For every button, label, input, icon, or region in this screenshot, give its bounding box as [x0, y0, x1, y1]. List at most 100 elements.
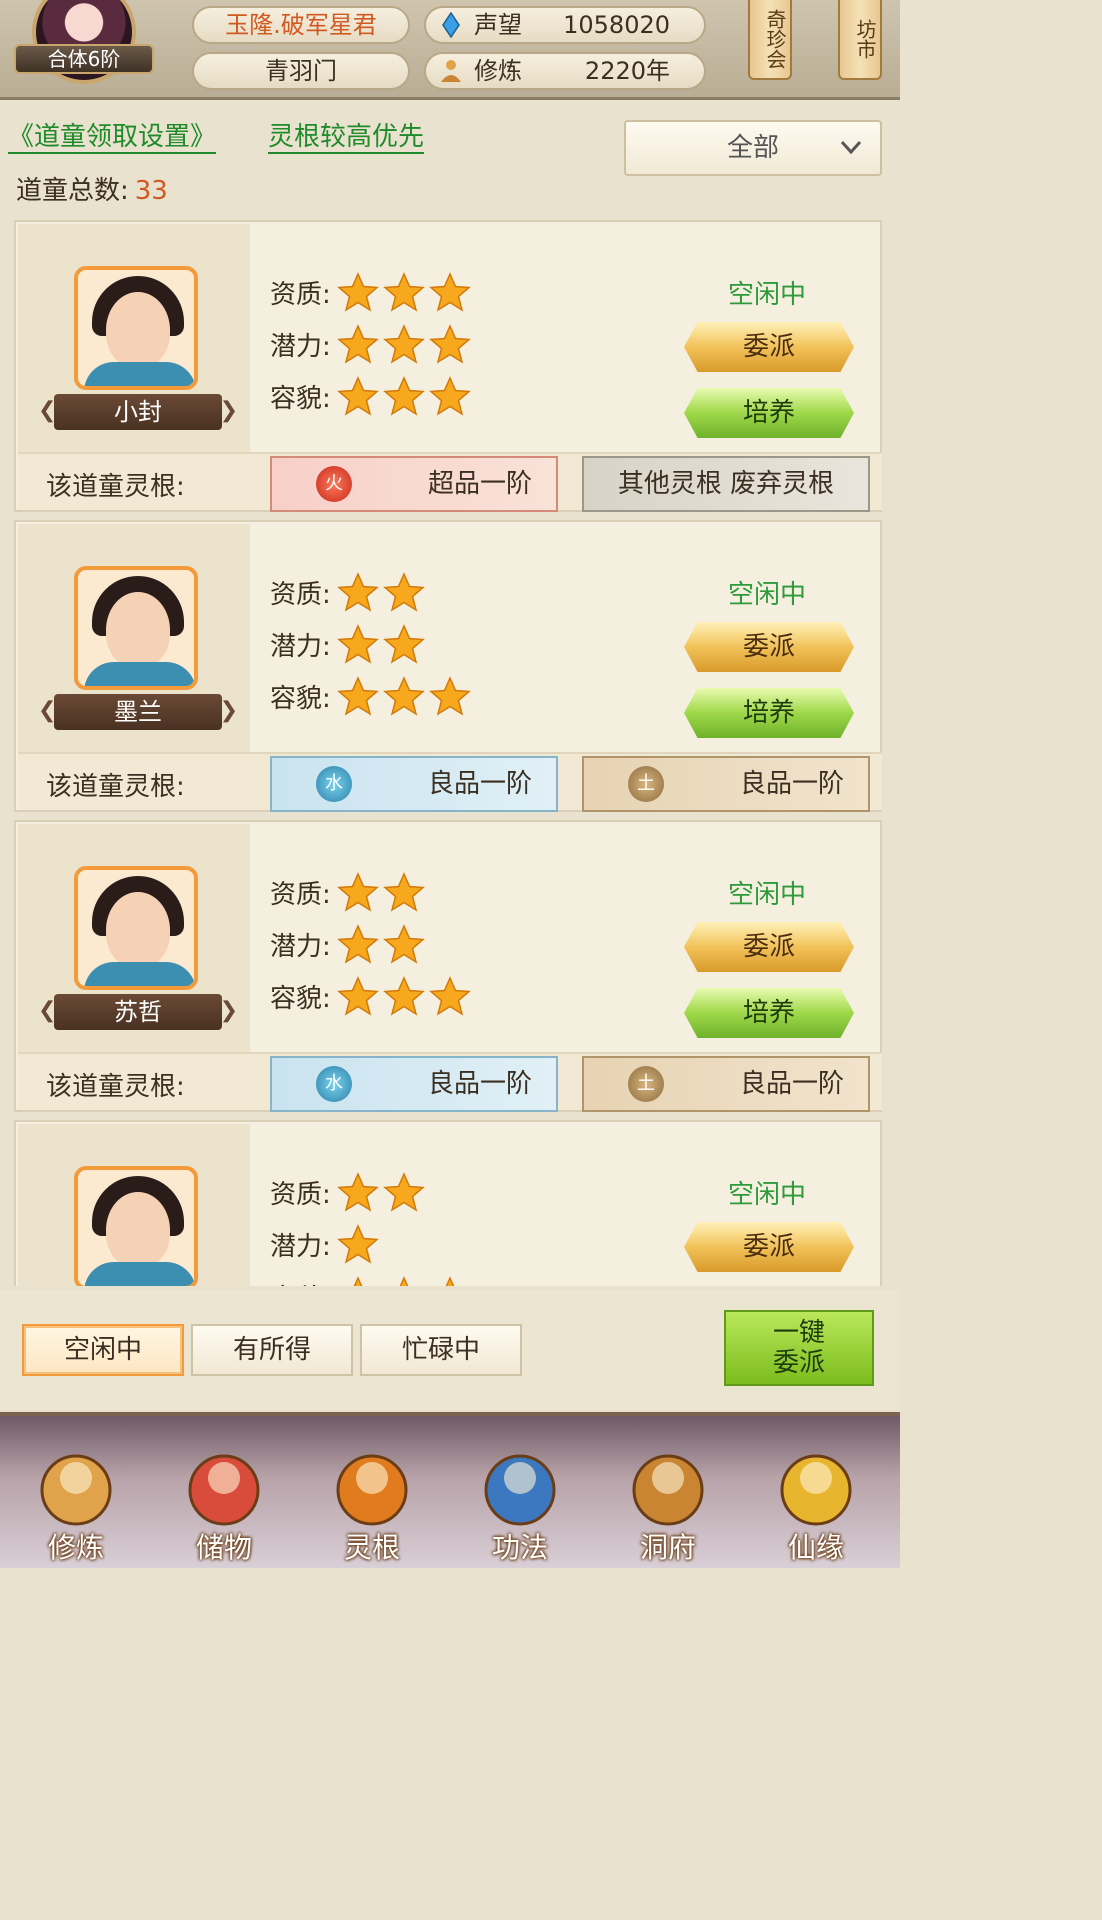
chevron-right-icon[interactable]: ❯ [220, 398, 238, 423]
spirit-root-badge[interactable]: 土 良品一阶 [582, 756, 870, 812]
spirit-root-label: 该道童灵根: [46, 772, 185, 802]
market-button[interactable]: 坊市 [838, 0, 882, 80]
root-grade: 超品一阶 [427, 469, 532, 499]
name-plate: ❮ 墨兰 ❯ [38, 692, 238, 732]
star-icon [428, 976, 471, 1016]
disciple-name: 苏哲 [54, 994, 222, 1030]
name-plate: ❮ 小封 ❯ [38, 392, 238, 432]
filter-selected: 全部 [726, 133, 779, 163]
disciple-name: 小封 [54, 394, 222, 430]
assign-button[interactable]: 委派 [684, 622, 854, 672]
star-icon [336, 676, 379, 716]
one-key-line2: 委派 [772, 1348, 825, 1378]
spirit-root-icon [336, 1454, 408, 1526]
attribute-list: 资质: 潜力: 容貌: [270, 566, 475, 722]
disciple-list[interactable]: ❮ 小封 ❯ 资质: 潜力: 容貌: 空闲中 委派 培养 该道童灵根: 火超品一阶 其他灵根 废弃灵根… [14, 220, 882, 1286]
nav-item-bag[interactable]: 储物 [164, 1420, 284, 1570]
spirit-root-badge[interactable]: 水 良品一阶 [270, 1056, 558, 1112]
attr-appearance: 容貌: [270, 1270, 475, 1286]
tab-rewarded[interactable]: 有所得 [191, 1324, 353, 1376]
star-rating [336, 1172, 429, 1212]
portrait-panel: ❮ 小封 ❯ [18, 224, 250, 452]
element-water-icon: 水 [316, 1066, 352, 1102]
disciple-portrait[interactable] [74, 866, 198, 990]
spirit-root-label: 该道童灵根: [46, 1072, 185, 1102]
root-grade: 良品一阶 [427, 769, 532, 799]
attr-label: 容貌: [270, 383, 331, 414]
star-rating [336, 976, 475, 1016]
cultivation-stat: 修炼 2220年 [424, 52, 706, 90]
root-grade: 良品一阶 [427, 1069, 532, 1099]
reputation-stat: 声望 1058020 [424, 6, 706, 44]
attr-label: 潜力: [270, 1231, 331, 1262]
star-rating [336, 676, 475, 716]
disciple-card: ❮ 小封 ❯ 资质: 潜力: 容貌: 空闲中 委派 培养 该道童灵根: 火 超品一阶 其他灵根 废弃灵根 [14, 220, 882, 512]
meditation-icon [441, 60, 461, 82]
attr-potential: 潜力: [270, 1218, 475, 1270]
star-icon [428, 376, 471, 416]
total-label: 道童总数: [16, 176, 129, 206]
attr-potential: 潜力: [270, 618, 475, 670]
disciple-portrait[interactable] [74, 566, 198, 690]
star-rating [336, 924, 429, 964]
portrait-panel: ❮ 墨兰 ❯ [18, 524, 250, 752]
cultivation-label: 修炼 [474, 57, 522, 85]
nav-item-spirit-root[interactable]: 灵根 [312, 1420, 432, 1570]
spirit-root-badge[interactable]: 其他灵根 废弃灵根 [582, 456, 870, 512]
star-icon [428, 676, 471, 716]
attr-aptitude: 资质: [270, 266, 475, 318]
one-key-line1: 一键 [772, 1318, 825, 1348]
name-plate: ❮ 苏哲 ❯ [38, 992, 238, 1032]
spirit-root-row: 该道童灵根: 火 超品一阶 其他灵根 废弃灵根 [18, 452, 882, 512]
element-earth-icon: 土 [628, 766, 664, 802]
nav-label: 功法 [491, 1531, 548, 1564]
disciple-name: 墨兰 [54, 694, 222, 730]
star-icon [382, 624, 425, 664]
tab-busy[interactable]: 忙碌中 [360, 1324, 522, 1376]
star-icon [382, 1172, 425, 1212]
priority-link[interactable]: 灵根较高优先 [268, 122, 425, 154]
one-key-assign-button[interactable]: 一键 委派 [724, 1310, 874, 1386]
assign-button[interactable]: 委派 [684, 322, 854, 372]
chevron-right-icon[interactable]: ❯ [220, 698, 238, 723]
train-button[interactable]: 培养 [684, 988, 854, 1038]
root-grade: 良品一阶 [739, 1069, 844, 1099]
spirit-root-row: 该道童灵根: 水 良品一阶 土 良品一阶 [18, 1052, 882, 1112]
root-grade: 其他灵根 废弃灵根 [617, 469, 835, 499]
star-icon [336, 924, 379, 964]
pickup-settings-link[interactable]: 《道童领取设置》 [8, 122, 217, 154]
disciple-portrait[interactable] [74, 1166, 198, 1286]
spirit-root-badge[interactable]: 土 良品一阶 [582, 1056, 870, 1112]
attr-label: 资质: [270, 1179, 331, 1210]
attr-aptitude: 资质: [270, 866, 475, 918]
disciple-portrait[interactable] [74, 266, 198, 390]
filter-dropdown[interactable]: 全部 [624, 120, 882, 176]
status-text: 空闲中 [728, 280, 807, 310]
nav-item-meditation[interactable]: 修炼 [16, 1420, 136, 1570]
cultivation-value: 2220年 [584, 57, 670, 85]
nav-item-gourd[interactable]: 仙缘 [756, 1420, 876, 1570]
nav-item-pavilion[interactable]: 洞府 [608, 1420, 728, 1570]
element-fire-icon: 火 [316, 466, 352, 502]
star-icon [336, 976, 379, 1016]
star-rating [336, 1224, 383, 1264]
tab-idle[interactable]: 空闲中 [22, 1324, 184, 1376]
spirit-root-badge[interactable]: 火 超品一阶 [270, 456, 558, 512]
attr-label: 容貌: [270, 683, 331, 714]
nav-item-book[interactable]: 功法 [460, 1420, 580, 1570]
star-icon [428, 272, 471, 312]
chevron-right-icon[interactable]: ❯ [220, 998, 238, 1023]
star-icon [445, 1276, 455, 1286]
attribute-list: 资质: 潜力: 容貌: [270, 1166, 475, 1286]
train-button[interactable]: 培养 [684, 688, 854, 738]
nav-label: 洞府 [639, 1531, 696, 1564]
assign-button[interactable]: 委派 [684, 922, 854, 972]
star-icon [382, 872, 425, 912]
spirit-root-badge[interactable]: 水 良品一阶 [270, 756, 558, 812]
treasure-fair-button[interactable]: 奇珍会 [748, 0, 792, 80]
player-avatar[interactable]: 合体6阶 [14, 0, 154, 90]
nav-label: 灵根 [343, 1531, 400, 1564]
train-button[interactable]: 培养 [684, 388, 854, 438]
star-icon [336, 272, 379, 312]
assign-button[interactable]: 委派 [684, 1222, 854, 1272]
